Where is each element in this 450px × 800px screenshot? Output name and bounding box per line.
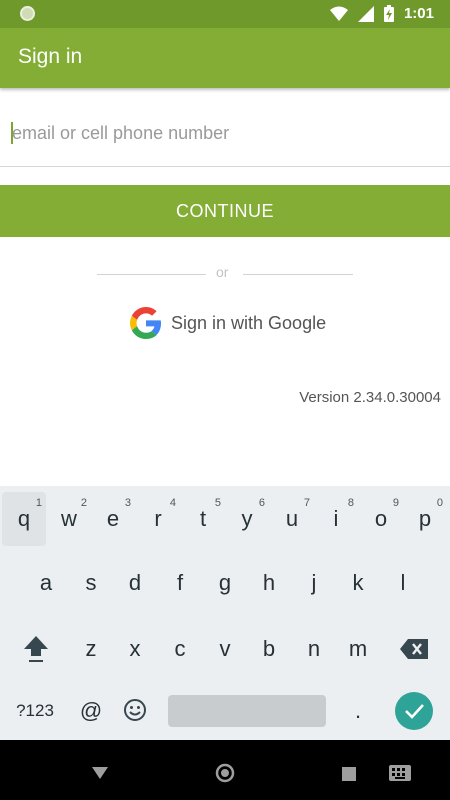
keyboard-switch-icon[interactable] xyxy=(389,765,411,781)
key-y[interactable]: y6 xyxy=(225,492,269,546)
key-b[interactable]: b xyxy=(247,622,291,676)
key-o[interactable]: o9 xyxy=(359,492,403,546)
wifi-icon xyxy=(329,6,348,21)
key-m[interactable]: m xyxy=(336,622,380,676)
symbols-key[interactable]: ?123 xyxy=(4,684,66,738)
key-u[interactable]: u7 xyxy=(270,492,314,546)
key-i[interactable]: i8 xyxy=(314,492,358,546)
backspace-icon xyxy=(400,639,428,659)
soft-keyboard: q1 w2 e3 r4 t5 y6 u7 i8 o9 p0 a s d f g … xyxy=(0,486,450,740)
email-field-container xyxy=(0,100,450,167)
key-a[interactable]: a xyxy=(24,556,68,610)
checkmark-icon xyxy=(405,704,424,719)
key-k[interactable]: k xyxy=(336,556,380,610)
recents-icon[interactable] xyxy=(342,767,356,781)
version-label: Version 2.34.0.30004 xyxy=(299,389,441,406)
key-j[interactable]: j xyxy=(292,556,336,610)
notification-icon xyxy=(20,6,35,21)
or-divider: or xyxy=(0,262,450,282)
key-t[interactable]: t5 xyxy=(181,492,225,546)
google-sign-in-label: Sign in with Google xyxy=(171,312,327,333)
home-icon[interactable] xyxy=(215,763,235,783)
cell-signal-icon xyxy=(357,5,374,22)
key-f[interactable]: f xyxy=(158,556,202,610)
shift-icon xyxy=(24,636,48,662)
emoji-icon xyxy=(124,699,146,721)
key-l[interactable]: l xyxy=(381,556,425,610)
status-icons: 1:01 xyxy=(329,5,434,22)
key-g[interactable]: g xyxy=(203,556,247,610)
key-d[interactable]: d xyxy=(113,556,157,610)
key-h[interactable]: h xyxy=(247,556,291,610)
key-z[interactable]: z xyxy=(69,622,113,676)
key-w[interactable]: w2 xyxy=(47,492,91,546)
google-logo-icon xyxy=(130,307,161,339)
space-bar[interactable] xyxy=(168,695,326,727)
emoji-key[interactable] xyxy=(113,684,157,738)
enter-button[interactable] xyxy=(395,692,433,730)
shift-key[interactable] xyxy=(14,622,58,676)
key-e[interactable]: e3 xyxy=(91,492,135,546)
key-p[interactable]: p0 xyxy=(403,492,447,546)
key-q[interactable]: q1 xyxy=(2,492,46,546)
divider-line-left xyxy=(97,274,206,275)
continue-button[interactable]: CONTINUE xyxy=(0,185,450,237)
app-bar: Sign in xyxy=(0,28,450,88)
key-v[interactable]: v xyxy=(203,622,247,676)
key-c[interactable]: c xyxy=(158,622,202,676)
key-period[interactable]: . xyxy=(336,684,380,738)
back-icon[interactable] xyxy=(92,767,108,779)
system-navigation-bar xyxy=(0,740,450,800)
key-at[interactable]: @ xyxy=(69,684,113,738)
battery-charging-icon xyxy=(383,5,394,22)
key-n[interactable]: n xyxy=(292,622,336,676)
email-input[interactable] xyxy=(12,116,432,150)
or-label: or xyxy=(216,264,229,280)
key-s[interactable]: s xyxy=(69,556,113,610)
google-sign-in-button[interactable]: Sign in with Google xyxy=(130,305,326,341)
key-x[interactable]: x xyxy=(113,622,157,676)
key-r[interactable]: r4 xyxy=(136,492,180,546)
status-bar: 1:01 xyxy=(0,0,450,28)
page-title: Sign in xyxy=(18,45,83,68)
backspace-key[interactable] xyxy=(392,622,436,676)
divider-line-right xyxy=(243,274,353,275)
clock: 1:01 xyxy=(403,5,434,22)
